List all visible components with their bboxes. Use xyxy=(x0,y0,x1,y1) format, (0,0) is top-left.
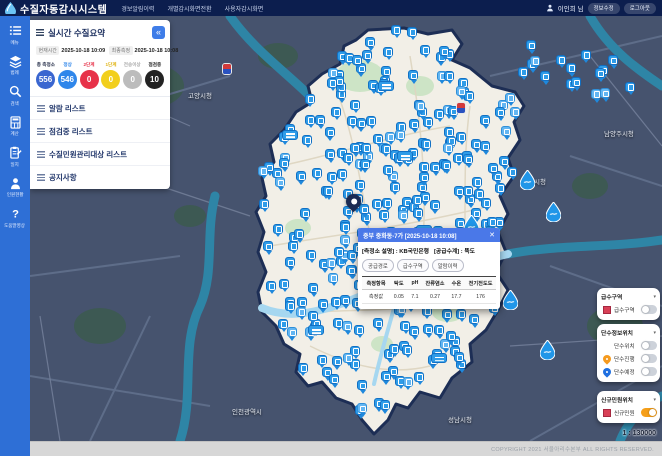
menu-list-icon xyxy=(9,24,22,37)
blue-pin-icon xyxy=(601,366,612,377)
legend-row-cutoff-location: 단수위치 xyxy=(601,339,656,352)
close-icon[interactable]: ✕ xyxy=(489,232,495,239)
stat-level1[interactable]: 1단계 0 xyxy=(100,61,121,89)
legend-row-cutoff-scheduled: 단수예정 xyxy=(601,365,656,378)
edit-info-button[interactable]: 정보수정 xyxy=(588,3,620,14)
new-complaint-toggle[interactable] xyxy=(641,408,657,417)
svg-text:?: ? xyxy=(12,209,19,220)
clipboard-pencil-icon xyxy=(9,146,22,159)
menu-user-monitor[interactable]: 사용자감시화면 xyxy=(225,4,264,13)
cutoff-location-toggle[interactable] xyxy=(641,341,657,350)
panel-title: 실시간 수질요약 xyxy=(48,27,105,39)
cutoff-inprogress-toggle[interactable] xyxy=(641,354,657,363)
orange-pin-icon xyxy=(601,353,612,364)
legend-card-new-complaint: 신규민원위치 ▾ 신규민원 xyxy=(597,391,660,423)
legend-row-supply-area: 급수구역 xyxy=(601,303,656,316)
station-info-popup: 중부 중화동-7가 [2025-10-18 10:08] ✕ [측정소 설명] … xyxy=(358,228,500,309)
app-window: 고양시청남양주시청구리시청인천광역시성남시청 1 : 130000 수질자동감시… xyxy=(0,0,662,456)
place-label: 구리시청 xyxy=(522,176,546,186)
calculator-icon xyxy=(9,116,22,129)
sidebar-item-help[interactable]: ? 도움말영상 xyxy=(0,207,30,229)
sidebar-item-log[interactable]: 일지 xyxy=(0,146,30,168)
stat-normal[interactable]: 정상 546 xyxy=(57,61,78,89)
sidebar-item-legend[interactable]: 범례 xyxy=(0,55,30,77)
supply-system: [공급수계] : 뚝도 xyxy=(434,246,475,255)
panel-collapse-button[interactable]: « xyxy=(152,26,165,39)
menu-individual-monitor[interactable]: 개별감시화면전환 xyxy=(167,4,211,13)
status-summary-row: 총 측정소 556 정상 546 2단계 0 1단계 0 전송이상 0 점검중 … xyxy=(30,60,170,97)
alarm-history-button[interactable]: 알람이력 xyxy=(432,259,464,272)
supply-area-icon xyxy=(603,306,611,314)
popup-header[interactable]: 중부 중화동-7가 [2025-10-18 10:08] ✕ xyxy=(358,228,500,242)
table-value-row: 측정값 0.05 7.1 0.27 17.7 176 xyxy=(362,290,496,304)
list-icon xyxy=(37,105,45,112)
measurement-table: 측정항목 탁도 pH 잔류염소 수온 전기전도도 측정값 0.05 7.1 0.… xyxy=(362,276,496,304)
realtime-summary-panel: 실시간 수질요약 « 현재시간 2025-10-18 10:09 최종측정 20… xyxy=(30,20,170,189)
menu-alarm-history[interactable]: 경보알림이력 xyxy=(121,4,154,13)
layers-icon xyxy=(9,55,22,68)
supply-area-button[interactable]: 급수구역 xyxy=(397,259,429,272)
sidebar-item-menu[interactable]: 메뉴 xyxy=(0,24,30,46)
inspection-list-row[interactable]: 점검중 리스트 xyxy=(30,120,170,143)
top-right-area: 이인희 님 정보수정 로그아웃 xyxy=(546,3,662,14)
top-menu: 경보알림이력 개별감시화면전환 사용자감시화면 xyxy=(121,4,263,13)
cutoff-scheduled-toggle[interactable] xyxy=(641,367,657,376)
place-label: 성남시청 xyxy=(448,414,472,424)
table-header-row: 측정항목 탁도 pH 잔류염소 수온 전기전도도 xyxy=(362,277,496,290)
popup-buttons: 공급경로 급수구역 알람이력 xyxy=(362,259,496,272)
legend-row-cutoff-inprogress: 단수진행 xyxy=(601,352,656,365)
place-label: 남양주시청 xyxy=(604,128,634,138)
panel-header: 실시간 수질요약 « xyxy=(30,20,170,44)
last-measured-chip: 최종측정 2025-10-18 10:08 xyxy=(109,46,178,55)
place-label: 인천광역시 xyxy=(232,406,262,416)
stat-level2[interactable]: 2단계 0 xyxy=(79,61,100,89)
station-description: [측정소 설명] : KB국민은행 xyxy=(362,246,429,255)
supply-route-button[interactable]: 공급경로 xyxy=(362,259,394,272)
sidebar-item-personnel[interactable]: 인원현황 xyxy=(0,177,30,199)
chevron-down-icon[interactable]: ▾ xyxy=(653,294,656,300)
left-sidebar: 메뉴 범례 검색 계산 xyxy=(0,16,30,456)
legend-card-water-cutoff: 단수정보위치 ▾ 단수위치 단수진행 단수예정 xyxy=(597,324,660,382)
logout-button[interactable]: 로그아웃 xyxy=(624,3,656,14)
sidebar-item-search[interactable]: 검색 xyxy=(0,85,30,107)
complaint-target-list-row[interactable]: 수질민원관리대상 리스트 xyxy=(30,143,170,166)
popup-body: [측정소 설명] : KB국민은행 [공급수계] : 뚝도 공급경로 급수구역 … xyxy=(358,242,500,309)
chevron-down-icon[interactable]: ▾ xyxy=(653,397,656,403)
popup-description: [측정소 설명] : KB국민은행 [공급수계] : 뚝도 xyxy=(362,246,496,255)
place-label: 고양시청 xyxy=(188,90,212,100)
stat-total-stations[interactable]: 총 측정소 556 xyxy=(35,61,56,89)
panel-title-icon xyxy=(36,29,44,36)
copyright-text: COPYRIGHT 2021 서울아리수본부 ALL RIGHTS RESERV… xyxy=(491,445,654,453)
popup-title: 중부 중화동-7가 [2025-10-18 10:08] xyxy=(363,231,457,240)
list-icon xyxy=(37,128,45,135)
current-time-chip: 현재시간 2025-10-18 10:09 xyxy=(36,46,105,55)
supply-area-toggle[interactable] xyxy=(641,305,657,314)
list-icon xyxy=(37,174,45,181)
user-name: 이인희 님 xyxy=(558,3,584,13)
person-icon xyxy=(9,177,22,190)
chevron-down-icon[interactable]: ▾ xyxy=(653,330,656,336)
user-icon xyxy=(546,4,554,12)
water-drop-logo-icon xyxy=(5,2,16,14)
footer-bar: COPYRIGHT 2021 서울아리수본부 ALL RIGHTS RESERV… xyxy=(30,441,662,456)
sidebar-item-calculator[interactable]: 계산 xyxy=(0,116,30,138)
app-title: 수질자동감시시스템 xyxy=(20,1,107,16)
legend-card-supply-area: 급수구역 ▾ 급수구역 xyxy=(597,288,660,320)
new-complaint-icon xyxy=(603,409,611,417)
search-icon xyxy=(9,85,22,98)
panel-time-row: 현재시간 2025-10-18 10:09 최종측정 2025-10-18 10… xyxy=(30,44,170,60)
notice-row[interactable]: 공지사항 xyxy=(30,166,170,188)
stat-under-inspection[interactable]: 점검중 10 xyxy=(144,61,165,89)
map-scale-label: 1 : 130000 xyxy=(623,430,656,437)
legend-row-new-complaint: 신규민원 xyxy=(601,406,656,419)
top-header: 수질자동감시시스템 경보알림이력 개별감시화면전환 사용자감시화면 이인희 님 … xyxy=(0,0,662,16)
stat-transmission-error[interactable]: 전송이상 0 xyxy=(122,61,143,89)
alarm-list-row[interactable]: 알람 리스트 xyxy=(30,97,170,120)
list-icon xyxy=(37,151,45,158)
question-mark-icon: ? xyxy=(9,207,22,220)
